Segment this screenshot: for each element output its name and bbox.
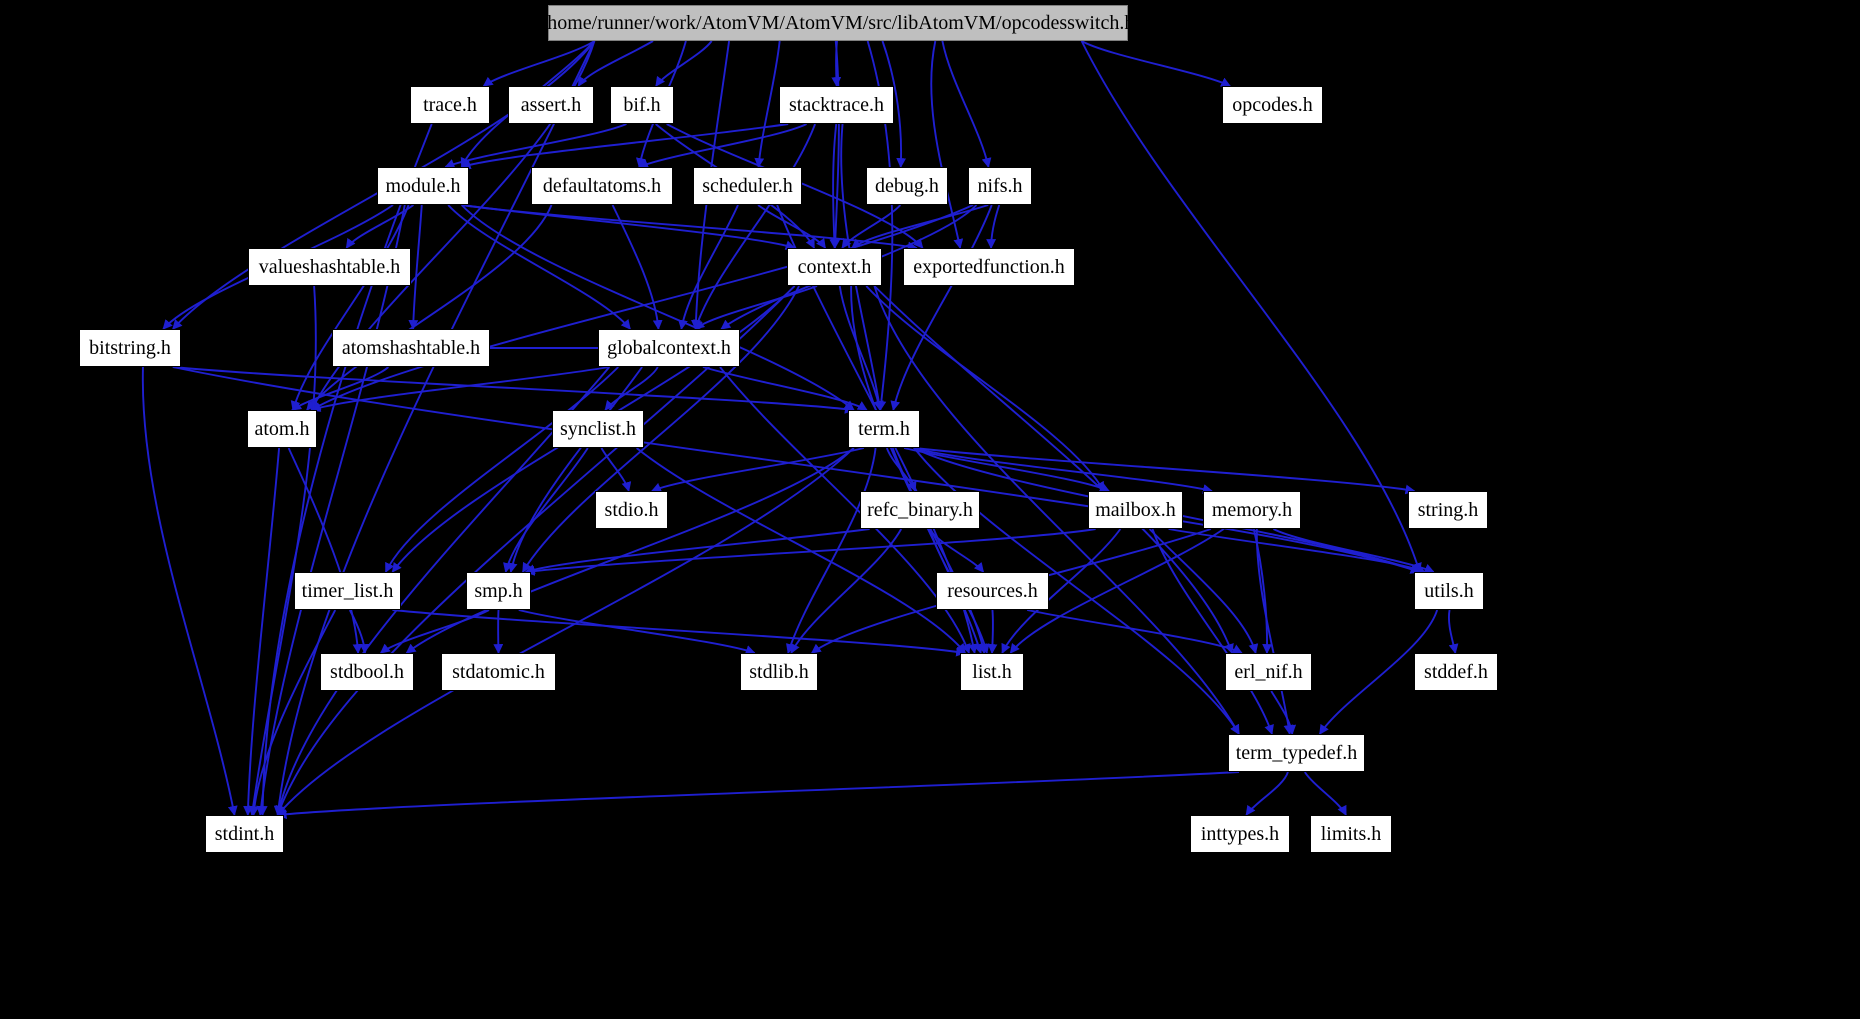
graph-node-label: resources.h xyxy=(947,580,1038,602)
include-dependency-graph: /home/runner/work/AtomVM/AtomVM/src/libA… xyxy=(0,0,1860,1019)
graph-node-assert[interactable]: assert.h xyxy=(508,86,594,124)
node-layer: /home/runner/work/AtomVM/AtomVM/src/libA… xyxy=(0,0,1860,1019)
graph-node-trace[interactable]: trace.h xyxy=(410,86,490,124)
graph-node-label: stddef.h xyxy=(1424,661,1488,683)
graph-node-label: limits.h xyxy=(1320,823,1382,845)
graph-node-stdbool[interactable]: stdbool.h xyxy=(320,653,414,691)
graph-node-stdint[interactable]: stdint.h xyxy=(205,815,284,853)
graph-node-label: stdlib.h xyxy=(749,661,809,683)
graph-node-valueshashtable[interactable]: valueshashtable.h xyxy=(248,248,411,286)
graph-node-label: valueshashtable.h xyxy=(258,256,401,278)
graph-node-timer_list[interactable]: timer_list.h xyxy=(294,572,401,610)
graph-node-opcodes[interactable]: opcodes.h xyxy=(1222,86,1323,124)
graph-node-label: atomshashtable.h xyxy=(341,337,481,359)
graph-node-memory[interactable]: memory.h xyxy=(1203,491,1301,529)
graph-node-smp[interactable]: smp.h xyxy=(466,572,531,610)
graph-node-label: bitstring.h xyxy=(89,337,171,359)
graph-node-label: memory.h xyxy=(1211,499,1293,521)
graph-node-label: inttypes.h xyxy=(1200,823,1280,845)
graph-node-globalcontext[interactable]: globalcontext.h xyxy=(598,329,740,367)
graph-node-string[interactable]: string.h xyxy=(1408,491,1488,529)
graph-node-context[interactable]: context.h xyxy=(787,248,882,286)
graph-node-stacktrace[interactable]: stacktrace.h xyxy=(779,86,894,124)
graph-node-label: mailbox.h xyxy=(1095,499,1176,521)
graph-node-erl_nif[interactable]: erl_nif.h xyxy=(1225,653,1312,691)
graph-node-label: stdbool.h xyxy=(330,661,404,683)
graph-node-label: stacktrace.h xyxy=(789,94,884,116)
graph-node-resources[interactable]: resources.h xyxy=(936,572,1049,610)
graph-node-label: utils.h xyxy=(1424,580,1474,602)
graph-node-term[interactable]: term.h xyxy=(848,410,920,448)
graph-node-label: assert.h xyxy=(520,94,582,116)
graph-node-label: nifs.h xyxy=(977,175,1023,197)
graph-node-label: module.h xyxy=(385,175,461,197)
graph-node-label: debug.h xyxy=(875,175,939,197)
graph-node-list[interactable]: list.h xyxy=(960,653,1024,691)
graph-node-label: erl_nif.h xyxy=(1234,661,1303,683)
graph-node-label: opcodes.h xyxy=(1232,94,1313,116)
graph-node-nifs[interactable]: nifs.h xyxy=(968,167,1032,205)
graph-node-label: globalcontext.h xyxy=(607,337,731,359)
graph-node-label: scheduler.h xyxy=(702,175,793,197)
graph-node-utils[interactable]: utils.h xyxy=(1414,572,1484,610)
graph-node-label: bif.h xyxy=(623,94,661,116)
graph-node-mailbox[interactable]: mailbox.h xyxy=(1088,491,1183,529)
graph-node-label: smp.h xyxy=(474,580,523,602)
graph-node-inttypes[interactable]: inttypes.h xyxy=(1190,815,1290,853)
graph-node-label: term_typedef.h xyxy=(1235,742,1358,764)
graph-node-exportedfunction[interactable]: exportedfunction.h xyxy=(903,248,1075,286)
graph-node-label: synclist.h xyxy=(559,418,637,440)
graph-node-defaultatoms[interactable]: defaultatoms.h xyxy=(531,167,673,205)
graph-node-stdio[interactable]: stdio.h xyxy=(595,491,668,529)
graph-node-limits[interactable]: limits.h xyxy=(1310,815,1392,853)
graph-node-stdatomic[interactable]: stdatomic.h xyxy=(441,653,556,691)
graph-node-scheduler[interactable]: scheduler.h xyxy=(693,167,802,205)
graph-node-label: stdatomic.h xyxy=(452,661,545,683)
graph-node-label: stdio.h xyxy=(604,499,659,521)
graph-node-stdlib[interactable]: stdlib.h xyxy=(740,653,818,691)
graph-node-stddef[interactable]: stddef.h xyxy=(1414,653,1498,691)
graph-node-label: /home/runner/work/AtomVM/AtomVM/src/libA… xyxy=(541,12,1135,34)
graph-node-label: timer_list.h xyxy=(301,580,394,602)
graph-node-atomshashtable[interactable]: atomshashtable.h xyxy=(332,329,490,367)
graph-node-root[interactable]: /home/runner/work/AtomVM/AtomVM/src/libA… xyxy=(542,5,1134,41)
graph-node-label: exportedfunction.h xyxy=(913,256,1065,278)
graph-node-term_typedef[interactable]: term_typedef.h xyxy=(1228,734,1365,772)
graph-node-bitstring[interactable]: bitstring.h xyxy=(79,329,181,367)
graph-node-label: term.h xyxy=(858,418,910,440)
graph-node-label: stdint.h xyxy=(214,823,275,845)
graph-node-refc_binary[interactable]: refc_binary.h xyxy=(860,491,980,529)
graph-node-module[interactable]: module.h xyxy=(377,167,469,205)
graph-node-debug[interactable]: debug.h xyxy=(866,167,948,205)
graph-node-label: refc_binary.h xyxy=(867,499,973,521)
graph-node-label: context.h xyxy=(797,256,872,278)
graph-node-label: trace.h xyxy=(423,94,477,116)
graph-node-label: defaultatoms.h xyxy=(542,175,662,197)
graph-node-label: list.h xyxy=(972,661,1012,683)
graph-node-synclist[interactable]: synclist.h xyxy=(552,410,644,448)
graph-node-label: string.h xyxy=(1417,499,1479,521)
graph-node-bif[interactable]: bif.h xyxy=(610,86,674,124)
graph-node-label: atom.h xyxy=(254,418,310,440)
graph-node-atom[interactable]: atom.h xyxy=(247,410,317,448)
